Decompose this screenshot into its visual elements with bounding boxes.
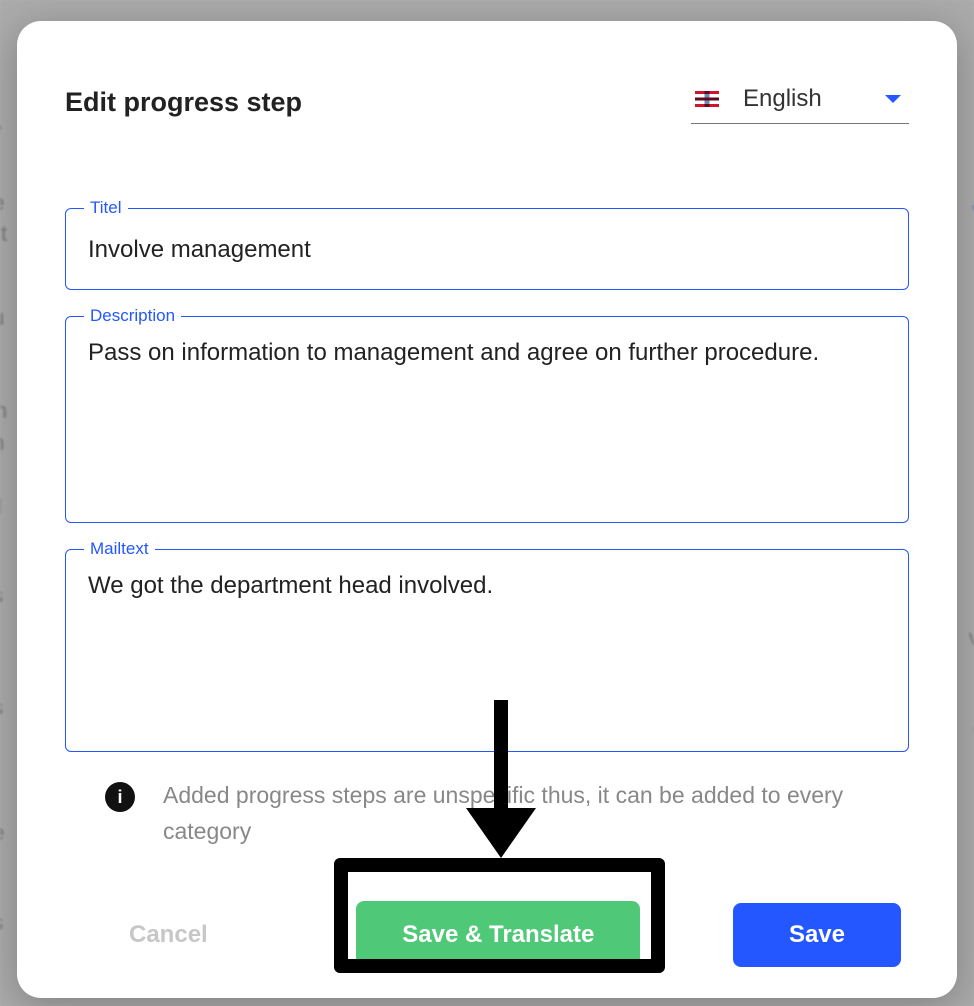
language-selected-label: English [743,85,861,113]
flag-uk-icon [695,91,719,107]
cancel-button[interactable]: Cancel [73,903,264,967]
info-text: Added progress steps are unspecific thus… [163,778,869,849]
title-input[interactable] [66,209,908,289]
info-row: i Added progress steps are unspecific th… [65,778,909,849]
save-and-translate-button[interactable]: Save & Translate [356,901,640,969]
description-field-label: Description [84,306,181,326]
description-input[interactable] [66,317,908,517]
info-icon: i [105,782,135,812]
modal-actions: Cancel Save & Translate Save [65,901,909,969]
title-field: Titel [65,208,909,290]
description-field: Description [65,316,909,523]
chevron-down-icon [885,95,901,103]
edit-progress-step-modal: Edit progress step English Titel Descrip… [17,21,957,998]
modal-header: Edit progress step English [65,81,909,124]
mailtext-field: Mailtext [65,549,909,752]
language-dropdown[interactable]: English [691,81,909,124]
save-button[interactable]: Save [733,903,901,967]
mailtext-field-label: Mailtext [84,539,155,559]
title-field-label: Titel [84,198,128,218]
mailtext-input[interactable] [66,550,908,746]
modal-title: Edit progress step [65,87,302,118]
